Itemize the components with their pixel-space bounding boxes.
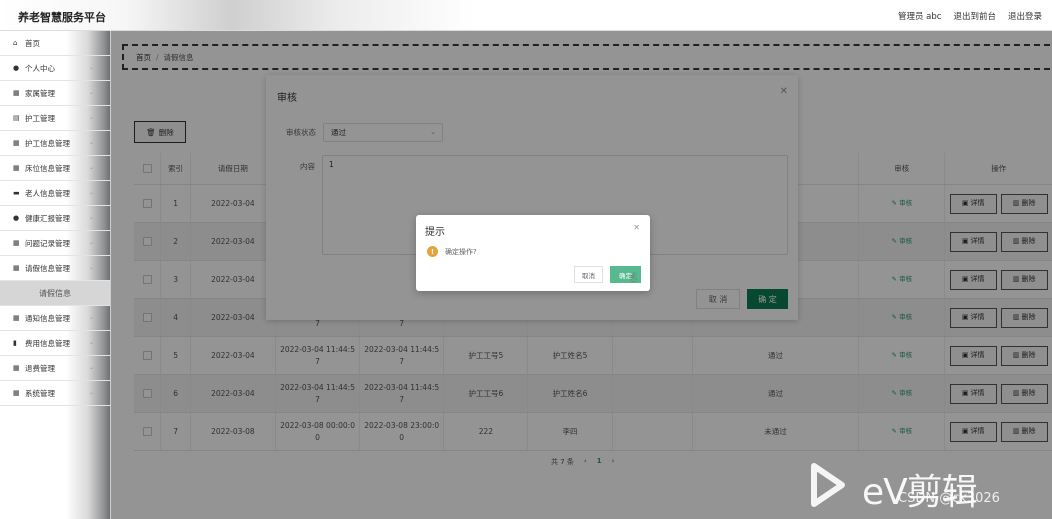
sidebar-item[interactable]: ▦ 家属管理 ⌄ xyxy=(0,81,110,106)
top-links: 管理员 abc 退出到前台 退出登录 xyxy=(898,10,1042,22)
watermark-brand: eV剪辑 xyxy=(862,472,978,513)
admin-user-link[interactable]: 管理员 abc xyxy=(898,10,941,22)
chevron-down-icon: ⌄ xyxy=(88,89,94,96)
grid-icon: ▦ xyxy=(13,164,20,172)
hand-cursor-icon: ☝ xyxy=(630,271,637,284)
sidebar-item[interactable]: ▬ 老人信息管理 ⌄ xyxy=(0,181,110,206)
confirm-title: 提示 xyxy=(425,227,445,238)
warning-icon: ! xyxy=(427,246,438,257)
grid-icon: ▦ xyxy=(13,314,20,322)
chevron-down-icon: ⌄ xyxy=(88,389,94,396)
goto-frontend-link[interactable]: 退出到前台 xyxy=(953,10,996,22)
grid-icon: ▦ xyxy=(13,89,20,97)
app-title: 养老智慧服务平台 xyxy=(18,11,106,24)
sidebar-item-label: 系统管理 xyxy=(25,388,55,398)
top-header: 养老智慧服务平台 管理员 abc 退出到前台 退出登录 xyxy=(0,0,1052,31)
grid-icon: ▦ xyxy=(13,264,20,272)
ev-logo-icon xyxy=(811,463,845,507)
sidebar-item-label: 首页 xyxy=(25,38,40,48)
chevron-down-icon: ⌄ xyxy=(88,314,94,321)
sidebar-item-label: 健康汇报管理 xyxy=(25,213,70,223)
user-icon: ● xyxy=(13,64,20,72)
sidebar-item[interactable]: ⌂ 首页 xyxy=(0,31,110,56)
chevron-down-icon: ⌄ xyxy=(88,139,94,146)
sidebar: ⌂ 首页 ● 个人中心 ⌄ ▦ 家属管理 ⌄ ▤ 护工管理 ⌄ ▦ 护工信息管理 ⌄ ▦ 床位信息管理 ⌄ ▬ 老人… xyxy=(0,31,111,519)
sidebar-item-label: 请假信息管理 xyxy=(25,263,70,273)
sidebar-item[interactable]: ● 健康汇报管理 ⌄ xyxy=(0,206,110,231)
watermark-csdn: CSDN @ck3026 xyxy=(898,491,1000,506)
confirm-cancel-button[interactable]: 取消 xyxy=(574,266,603,283)
chevron-down-icon: ⌄ xyxy=(88,189,94,196)
chevron-down-icon: ⌄ xyxy=(88,64,94,71)
chevron-down-icon: ⌄ xyxy=(88,364,94,371)
sidebar-item[interactable]: ▦ 请假信息管理 ⌄ xyxy=(0,256,110,281)
chart-icon: ▮ xyxy=(13,339,17,347)
sidebar-item[interactable]: ▦ 通知信息管理 ⌄ xyxy=(0,306,110,331)
chevron-down-icon: ⌄ xyxy=(88,239,94,246)
chevron-down-icon: ⌄ xyxy=(88,264,94,271)
sidebar-item-label: 床位信息管理 xyxy=(25,163,70,173)
sidebar-item[interactable]: ▦ 退费管理 ⌄ xyxy=(0,356,110,381)
sidebar-item[interactable]: ▤ 护工管理 ⌄ xyxy=(0,106,110,131)
grid-icon: ▦ xyxy=(13,139,20,147)
sidebar-item-label: 通知信息管理 xyxy=(25,313,70,323)
sidebar-item-label: 问题记录管理 xyxy=(25,238,70,248)
car-icon: ▬ xyxy=(13,189,20,197)
sidebar-item[interactable]: ▦ 床位信息管理 ⌄ xyxy=(0,156,110,181)
sidebar-item[interactable]: ▦ 问题记录管理 ⌄ xyxy=(0,231,110,256)
sidebar-subitem-leave-info[interactable]: 请假信息 xyxy=(0,281,110,306)
confirm-messagebox: 提示 ✕ ! 确定操作? 取消 确定 xyxy=(416,215,650,291)
grid-icon: ▦ xyxy=(13,239,20,247)
sidebar-item[interactable]: ● 个人中心 ⌄ xyxy=(0,56,110,81)
sidebar-item-label: 费用信息管理 xyxy=(25,338,70,348)
sidebar-item-label: 家属管理 xyxy=(25,88,55,98)
chevron-down-icon: ⌄ xyxy=(88,114,94,121)
sidebar-item-label: 护工管理 xyxy=(25,113,55,123)
chevron-down-icon: ⌄ xyxy=(88,339,94,346)
home-icon: ⌂ xyxy=(13,39,18,47)
doc-icon: ▤ xyxy=(13,114,20,122)
close-icon[interactable]: ✕ xyxy=(633,223,640,232)
sidebar-item-label: 护工信息管理 xyxy=(25,138,70,148)
chevron-down-icon: ⌄ xyxy=(88,214,94,221)
sidebar-item-label: 个人中心 xyxy=(25,63,55,73)
confirm-message: 确定操作? xyxy=(445,248,477,256)
grid-icon: ▦ xyxy=(13,389,20,397)
logout-link[interactable]: 退出登录 xyxy=(1008,10,1042,22)
chevron-down-icon: ⌄ xyxy=(88,164,94,171)
user-icon: ● xyxy=(13,214,20,222)
sidebar-item-label: 退费管理 xyxy=(25,363,55,373)
sidebar-item-label: 老人信息管理 xyxy=(25,188,70,198)
sidebar-item[interactable]: ▮ 费用信息管理 ⌄ xyxy=(0,331,110,356)
sidebar-item[interactable]: ▦ 系统管理 ⌄ xyxy=(0,381,110,406)
grid-icon: ▦ xyxy=(13,364,20,372)
sidebar-item[interactable]: ▦ 护工信息管理 ⌄ xyxy=(0,131,110,156)
